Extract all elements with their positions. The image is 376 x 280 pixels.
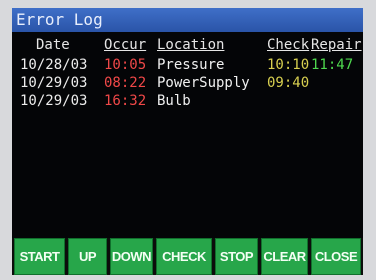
down-button[interactable]: DOWN [110,238,153,275]
row-date: 10/29/03 [20,93,88,109]
row-occur-time: 16:32 [104,93,147,109]
window-title: Error Log [12,8,363,32]
error-log-table: 10/28/03 10:05 Pressure 10:10 11:47 10/2… [12,56,363,110]
row-location: PowerSupply [157,75,250,91]
row-check-time: 09:40 [267,75,310,91]
column-header-check: Check [267,37,310,53]
row-occur-time: 08:22 [104,75,147,91]
column-header-occur: Occur [104,37,147,53]
column-header-location: Location [157,37,225,53]
table-row[interactable]: 10/28/03 10:05 Pressure 10:10 11:47 [12,56,363,74]
up-button[interactable]: UP [68,238,107,275]
column-header-row: Date Occur Location Check Repair [12,36,363,54]
table-row[interactable]: 10/29/03 08:22 PowerSupply 09:40 [12,74,363,92]
row-location: Pressure [157,57,225,73]
clear-button[interactable]: CLEAR [261,238,308,275]
column-header-repair: Repair [311,37,362,53]
start-button[interactable]: START [14,238,65,275]
table-row[interactable]: 10/29/03 16:32 Bulb [12,92,363,110]
row-date: 10/28/03 [20,57,88,73]
check-button[interactable]: CHECK [156,238,212,275]
row-occur-time: 10:05 [104,57,147,73]
row-check-time: 10:10 [267,57,310,73]
row-date: 10/29/03 [20,75,88,91]
column-header-date: Date [36,37,70,53]
stop-button[interactable]: STOP [215,238,258,275]
row-location: Bulb [157,93,191,109]
close-button[interactable]: CLOSE [311,238,361,275]
row-repair-time: 11:47 [311,57,354,73]
button-bar: START UP DOWN CHECK STOP CLEAR CLOSE [12,238,363,275]
error-log-window: Error Log Date Occur Location Check Repa… [12,8,363,275]
